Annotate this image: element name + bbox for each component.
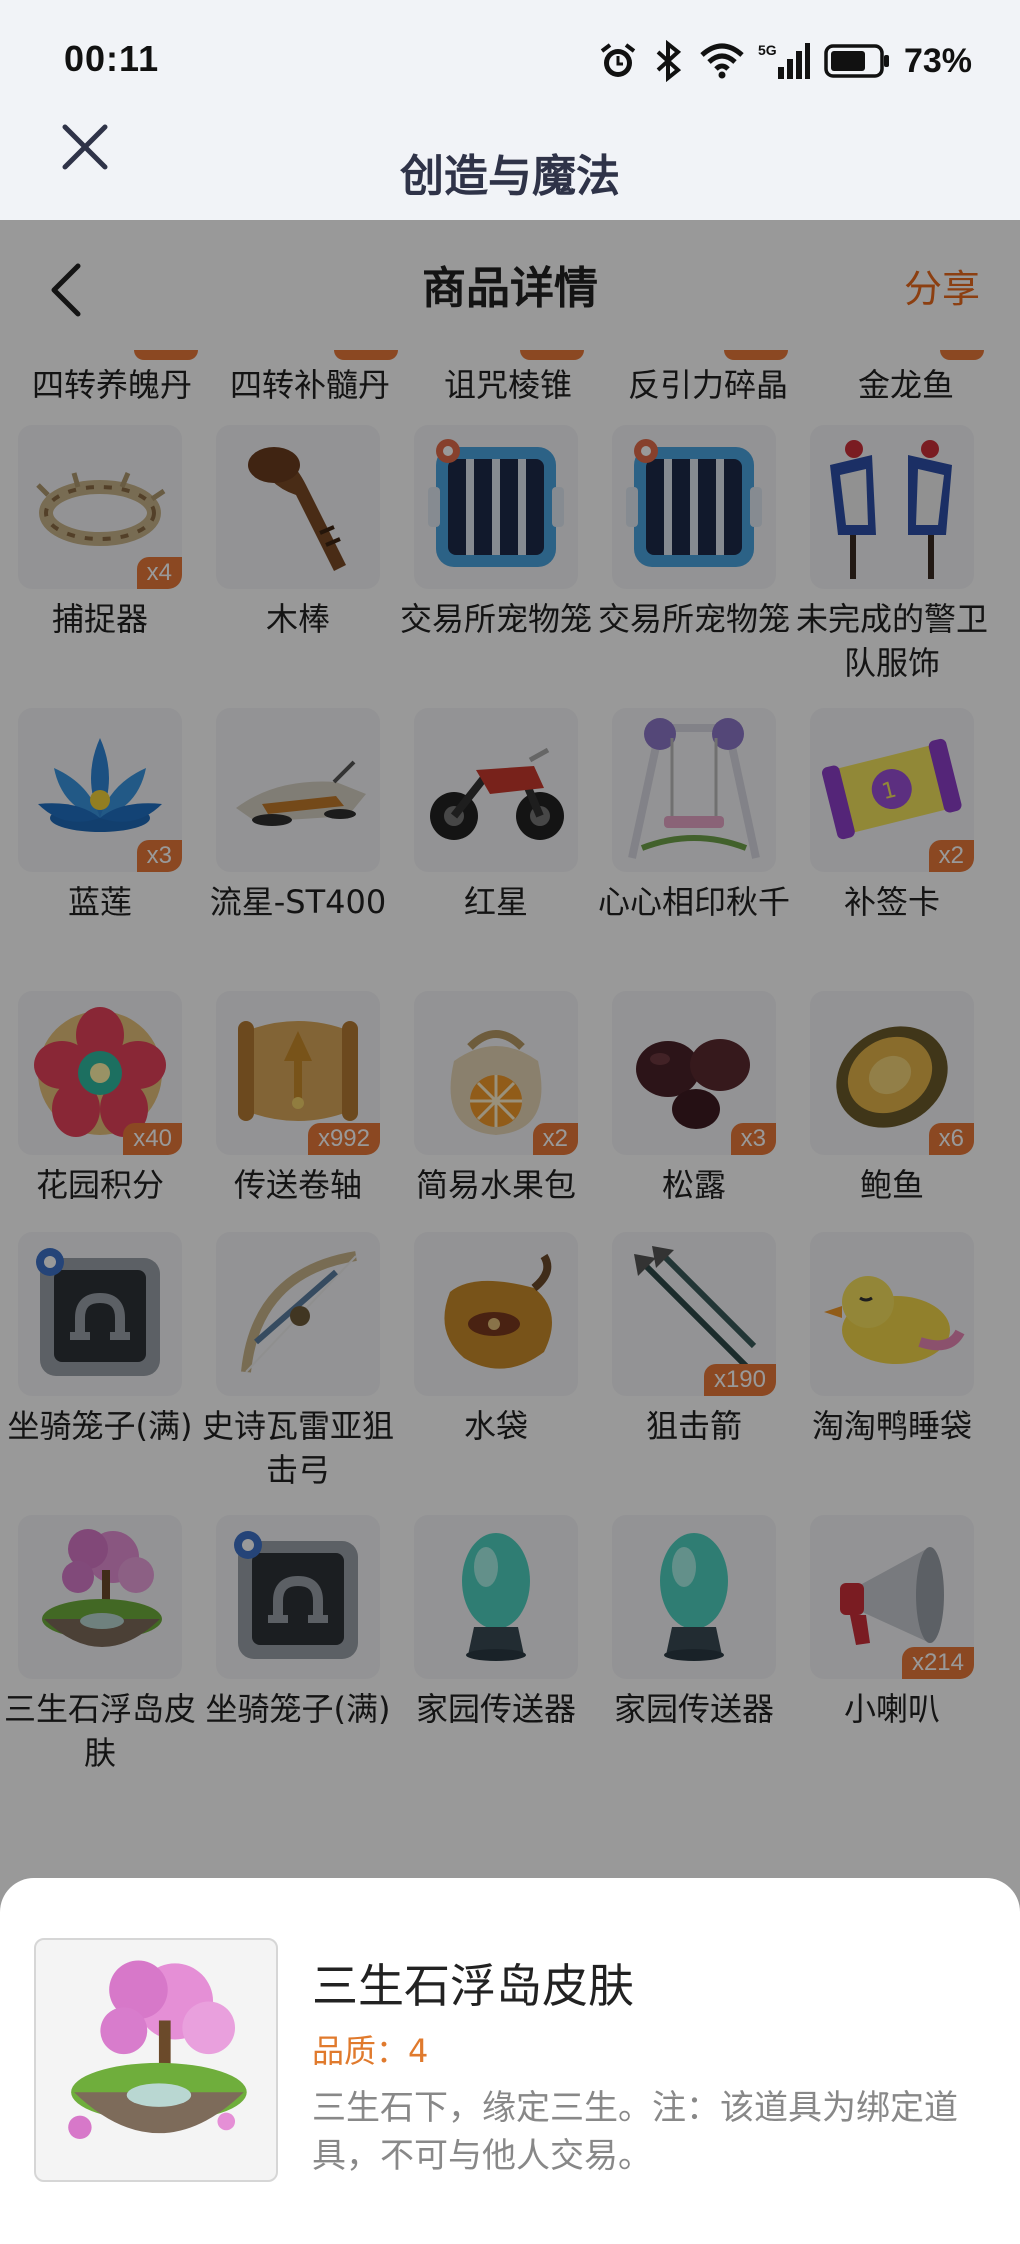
wifi-icon [700,43,744,79]
detail-item-name: 三生石浮岛皮肤 [312,1959,634,2013]
battery-percent: 73% [903,41,972,80]
battery-icon [824,44,889,78]
alarm-icon [600,43,636,77]
svg-text:5G: 5G [758,42,777,58]
floating-island-icon [68,1960,247,2140]
status-time: 00:11 [64,38,160,79]
status-icons: 5G 73% [598,36,972,86]
bluetooth-icon [656,40,682,82]
item-image [34,1938,278,2182]
detail-description: 三生石下，缘定三生。注：该道具为绑定道具，不可与他人交易。 [312,2088,958,2176]
item-detail-sheet: 三生石浮岛皮肤 品质：4 三生石下，缘定三生。注：该道具为绑定道具，不可与他人交… [0,1878,1020,2244]
signal-5g-icon: 5G [758,42,810,79]
status-bar: 00:11 5G 73% [0,0,1020,120]
app-title: 创造与魔法 [400,151,620,202]
detail-quality: 品质：4 [312,2032,429,2070]
